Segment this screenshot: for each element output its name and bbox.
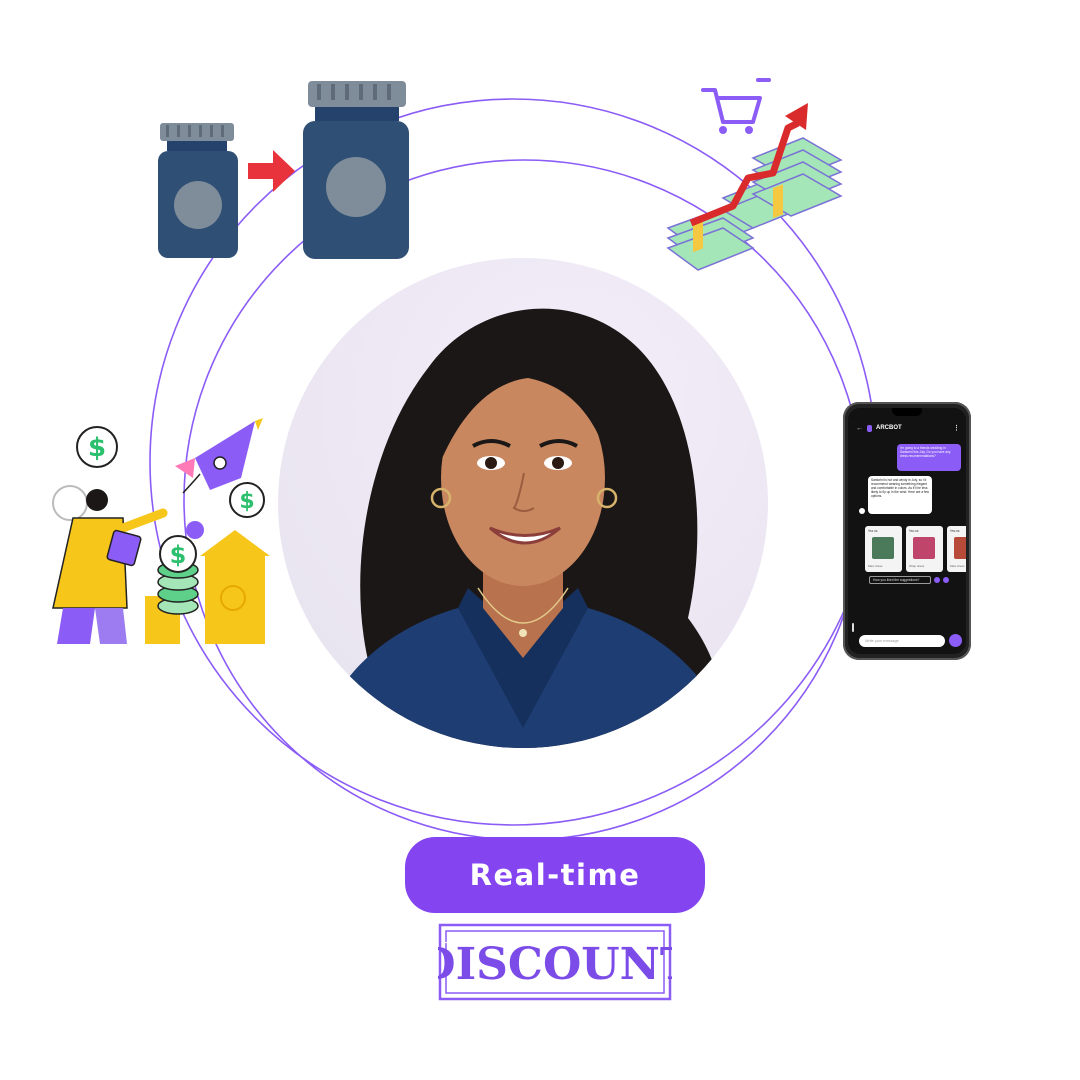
product-price: ₹54.99 bbox=[868, 529, 878, 533]
chat-header: ← ARCBOT ⋮ bbox=[856, 422, 960, 434]
chat-screen: ← ARCBOT ⋮ I'm going to a friends weddin… bbox=[848, 408, 966, 654]
product-image bbox=[913, 537, 935, 559]
bot-avatar-icon bbox=[867, 424, 872, 432]
followup-question: How you liked the suggestions? bbox=[869, 576, 931, 584]
woman-portrait bbox=[278, 258, 768, 748]
scrollbar[interactable] bbox=[852, 623, 854, 632]
phone-notch bbox=[892, 408, 922, 416]
svg-text:$: $ bbox=[239, 489, 254, 514]
cart-money-growth-icon bbox=[663, 78, 848, 278]
thumbs-down-icon[interactable] bbox=[943, 577, 949, 583]
product-price: ₹59.99 bbox=[950, 529, 960, 533]
user-message: I'm going to a friends wedding in Santor… bbox=[897, 444, 961, 471]
businessperson-rocket-coins-icon: $ $ $ bbox=[45, 418, 273, 646]
svg-text:$: $ bbox=[170, 541, 187, 569]
product-image bbox=[954, 537, 966, 559]
back-arrow-icon[interactable]: ← bbox=[856, 425, 863, 432]
menu-dots-icon[interactable]: ⋮ bbox=[953, 424, 960, 432]
bot-message: Santorini is hot and windy in July, so I… bbox=[868, 476, 932, 514]
phone-mockup: ← ARCBOT ⋮ I'm going to a friends weddin… bbox=[843, 402, 971, 660]
app-name: ARCBOT bbox=[876, 425, 902, 431]
product-carousel[interactable]: ₹54.99 Maxi dress ₹60.99 Wrap dress ₹59.… bbox=[865, 526, 966, 572]
bot-avatar bbox=[859, 508, 865, 514]
bottle-upsize-icon bbox=[155, 78, 415, 263]
discount-stamp-text: DISCOUNT bbox=[438, 939, 672, 990]
product-caption: Maxi dress bbox=[950, 564, 965, 568]
send-icon[interactable] bbox=[949, 634, 962, 647]
product-price: ₹60.99 bbox=[909, 529, 919, 533]
product-image bbox=[872, 537, 894, 559]
product-caption: Maxi dress bbox=[868, 564, 883, 568]
feedback-buttons bbox=[934, 577, 949, 583]
product-card[interactable]: ₹59.99 Maxi dress bbox=[947, 526, 966, 572]
discount-stamp: DISCOUNT bbox=[438, 923, 672, 1001]
message-input[interactable]: Write your message bbox=[859, 635, 945, 647]
realtime-badge: Real-time bbox=[405, 837, 705, 913]
product-card[interactable]: ₹54.99 Maxi dress bbox=[865, 526, 902, 572]
product-card[interactable]: ₹60.99 Wrap dress bbox=[906, 526, 943, 572]
thumbs-up-icon[interactable] bbox=[934, 577, 940, 583]
product-caption: Wrap dress bbox=[909, 564, 925, 568]
svg-text:$: $ bbox=[88, 433, 106, 463]
